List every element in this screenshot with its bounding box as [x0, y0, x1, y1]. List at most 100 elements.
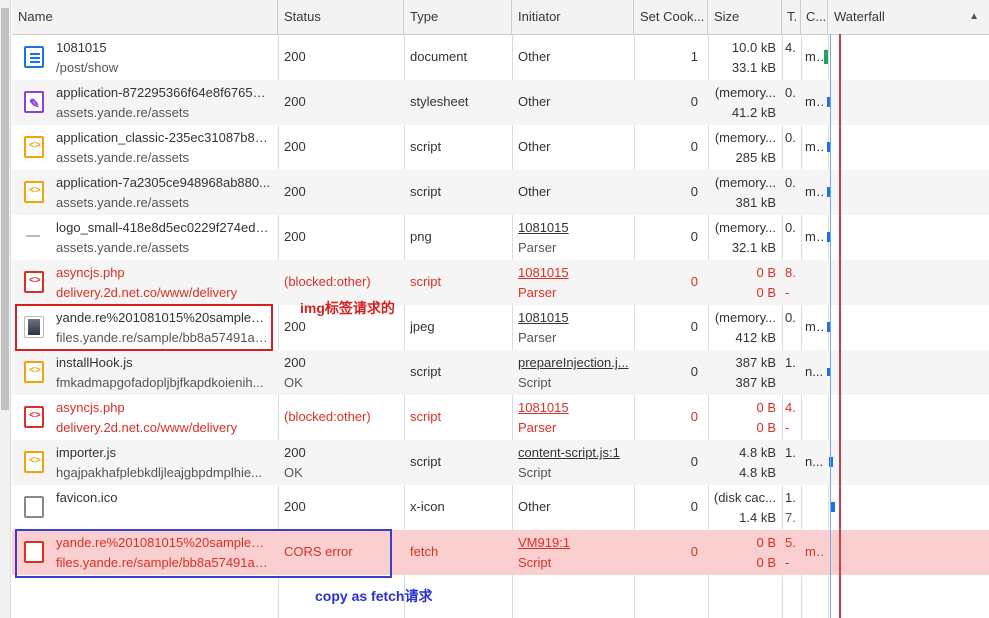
- table-row[interactable]: <> asyncjs.php delivery.2d.net.co/www/deli…: [12, 395, 989, 440]
- initiator-link[interactable]: 1081015: [518, 310, 630, 326]
- initiator-link[interactable]: prepareInjection.j...: [518, 355, 630, 371]
- table-row[interactable]: <> installHook.js fmkadmapgofadopljbjfkapd…: [12, 350, 989, 395]
- initiator-link[interactable]: content-script.js:1: [518, 445, 630, 461]
- initiator-link[interactable]: VM919:1: [518, 535, 630, 551]
- resource-size: 4.8 kB: [739, 465, 776, 480]
- waterfall-dom-content-loaded-line: [830, 34, 831, 618]
- status-code: 200: [284, 49, 306, 64]
- table-row[interactable]: ✎ application-872295366f64e8f67657... asse…: [12, 80, 989, 125]
- set-cookies-count: 0: [690, 274, 698, 289]
- column-header-size[interactable]: Size: [708, 0, 782, 34]
- column-header-initiator[interactable]: Initiator: [512, 0, 634, 34]
- column-header-time[interactable]: T.: [782, 0, 801, 34]
- request-name[interactable]: favicon.ico: [56, 490, 270, 506]
- request-name[interactable]: application_classic-235ec31087b89...: [56, 130, 270, 146]
- initiator-type: Script: [518, 555, 552, 570]
- request-name[interactable]: 1081015: [56, 40, 270, 56]
- table-row[interactable]: <> asyncjs.php delivery.2d.net.co/www/deli…: [12, 260, 989, 305]
- set-cookies-count: 0: [690, 94, 698, 109]
- request-name-cell: application-872295366f64e8f67657... asset…: [56, 80, 274, 125]
- time-value: 1.: [785, 445, 796, 460]
- table-row[interactable]: favicon.ico 200 x-icon Other 0 (disk cac... 1.…: [12, 485, 989, 530]
- time-value: 5.: [785, 535, 796, 550]
- request-name[interactable]: importer.js: [56, 445, 270, 461]
- set-cookies-count: 0: [690, 409, 698, 424]
- time-latency: -: [785, 420, 790, 435]
- cookies-cell: [801, 485, 828, 530]
- annotation-img-request: img标签请求的: [300, 300, 395, 316]
- status-text: OK: [284, 375, 303, 390]
- set-cookies-cell: 1: [634, 35, 708, 80]
- table-row[interactable]: <> application_classic-235ec31087b89... as…: [12, 125, 989, 170]
- transfer-size: (memory...: [714, 175, 776, 190]
- cookies-cell: m...: [801, 80, 828, 125]
- transfer-size: 10.0 kB: [731, 40, 776, 55]
- request-path: assets.yande.re/assets: [56, 195, 189, 210]
- size-cell: 0 B0 B: [708, 260, 782, 305]
- table-row[interactable]: logo_small-418e8d5ec0229f274ede... assets…: [12, 215, 989, 260]
- status-cell: 200: [278, 80, 404, 125]
- request-name[interactable]: application-872295366f64e8f67657...: [56, 85, 270, 101]
- waterfall-label: Waterfall: [834, 9, 885, 24]
- request-name[interactable]: asyncjs.php: [56, 265, 270, 281]
- size-cell: (memory... 412 kB: [708, 305, 782, 350]
- initiator-link[interactable]: 1081015: [518, 400, 630, 416]
- resource-size: 387 kB: [735, 375, 776, 390]
- request-type: x-icon: [410, 499, 445, 514]
- column-header-set-cookies[interactable]: Set Cook...: [634, 0, 708, 34]
- time-value: 1.: [785, 355, 796, 370]
- column-header-name[interactable]: Name: [12, 0, 278, 34]
- table-row[interactable]: <> importer.js hgajpakhafplebkdljleajgbpdm…: [12, 440, 989, 485]
- set-cookies-cell: 0: [634, 215, 708, 260]
- status-code: (blocked:other): [284, 274, 371, 289]
- table-row[interactable]: 1081015/post/show 200 document Other 1 10.0 k…: [12, 35, 989, 80]
- left-scrollbar[interactable]: [0, 0, 11, 618]
- initiator-cell: 1081015 Parser: [512, 260, 634, 305]
- time-latency: 7.: [785, 510, 796, 525]
- waterfall-load-line: [839, 34, 841, 618]
- column-header-status[interactable]: Status: [278, 0, 404, 34]
- set-cookies-cell: 0: [634, 170, 708, 215]
- request-type: png: [410, 229, 432, 244]
- initiator-cell: Other: [512, 170, 634, 215]
- column-header-type[interactable]: Type: [404, 0, 512, 34]
- file-icon: [24, 496, 44, 518]
- table-row[interactable]: <> application-7a2305ce948968ab880... asse…: [12, 170, 989, 215]
- request-name[interactable]: application-7a2305ce948968ab880...: [56, 175, 270, 191]
- set-cookies-count: 0: [690, 544, 698, 559]
- transfer-size: (disk cac...: [713, 490, 776, 505]
- initiator-cell: content-script.js:1 Script: [512, 440, 634, 485]
- initiator-link[interactable]: 1081015: [518, 265, 630, 281]
- name-cell: <> asyncjs.php delivery.2d.net.co/www/deli…: [12, 395, 278, 440]
- status-cell: 200: [278, 215, 404, 260]
- cookies-cell: m...: [801, 170, 828, 215]
- status-code: 200: [284, 94, 306, 109]
- set-cookies-count: 0: [690, 454, 698, 469]
- size-cell: 0 B0 B: [708, 530, 782, 575]
- scrollbar-thumb[interactable]: [1, 8, 9, 410]
- set-cookies-count: 0: [690, 319, 698, 334]
- size-cell: 387 kB 387 kB: [708, 350, 782, 395]
- time-cell: 0.: [782, 305, 801, 350]
- waterfall-bar[interactable]: [824, 50, 828, 64]
- column-header-cookies[interactable]: C...: [801, 0, 828, 34]
- initiator-link[interactable]: 1081015: [518, 220, 630, 236]
- stylesheet-icon: ✎: [24, 91, 44, 113]
- transfer-size: 387 kB: [735, 355, 776, 370]
- request-name[interactable]: installHook.js: [56, 355, 270, 371]
- time-latency: -: [785, 555, 790, 570]
- sort-ascending-icon[interactable]: ▲: [969, 0, 979, 34]
- request-name[interactable]: logo_small-418e8d5ec0229f274ede...: [56, 220, 270, 236]
- cookies-cell: m...: [801, 305, 828, 350]
- cookies-cell: [801, 260, 828, 305]
- transfer-size: (memory...: [714, 310, 776, 325]
- column-header-waterfall[interactable]: Waterfall ▲: [828, 0, 989, 34]
- resource-size: 0 B: [756, 285, 776, 300]
- name-cell: logo_small-418e8d5ec0229f274ede... assets…: [12, 215, 278, 260]
- cookies-value: m...: [805, 139, 824, 154]
- request-name[interactable]: asyncjs.php: [56, 400, 270, 416]
- status-code: 200: [284, 229, 306, 244]
- time-cell: 1.: [782, 440, 801, 485]
- size-cell: (memory... 41.2 kB: [708, 80, 782, 125]
- waterfall-bar[interactable]: [831, 502, 835, 512]
